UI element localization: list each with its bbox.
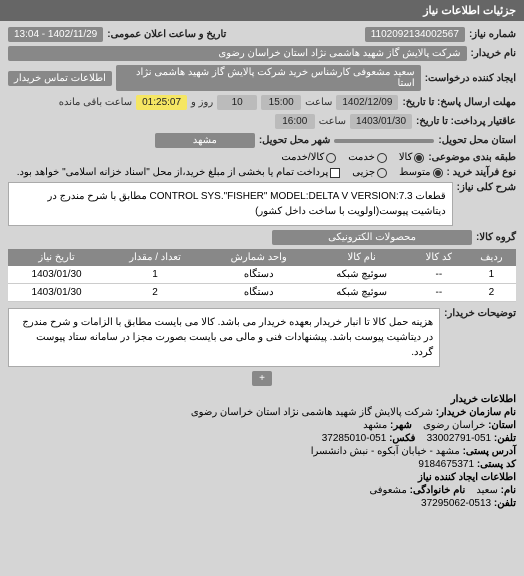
remaining-days: 10 — [217, 95, 257, 110]
valid-hour-label: ساعت — [319, 116, 346, 127]
packing-label: طبقه بندی موضوعی: — [428, 152, 516, 163]
org-value: شرکت پالایش گاز شهید هاشمی نژاد استان خر… — [191, 407, 433, 418]
announce-value: 1402/11/29 - 13:04 — [8, 27, 103, 42]
buy-type-label: نوع فرآیند خرید : — [447, 167, 516, 178]
remaining-days-label: روز و — [191, 97, 213, 108]
checkbox-icon — [330, 168, 340, 178]
radio-icon — [377, 168, 387, 178]
f-city-value: مشهد — [363, 420, 387, 431]
f-phone-value: 051-33002791 — [427, 433, 492, 444]
f-phone-label: تلفن: — [494, 433, 516, 444]
f-family-value: مشعوفی — [369, 485, 406, 496]
table-row[interactable]: 1 -- سوئیچ شبکه دستگاه 1 1403/01/30 — [8, 266, 516, 284]
footer-section-title: اطلاعات خریدار — [451, 394, 516, 405]
f-address-label: آدرس پستی: — [463, 446, 516, 457]
valid-date: 1403/01/30 — [350, 114, 412, 129]
org-label: نام سازمان خریدار: — [436, 407, 516, 418]
table-row[interactable]: 2 -- سوئیچ شبکه دستگاه 2 1403/01/30 — [8, 284, 516, 302]
contact-buyer-button[interactable]: اطلاعات تماس خریدار — [8, 71, 112, 86]
valid-label: عاقتیار پرداخت: تا تاریخ: — [416, 116, 516, 127]
opt-mixed[interactable]: کالا/خدمت — [281, 152, 336, 163]
general-value: قطعات CONTROL SYS."FISHER" MODEL:DELTA V… — [8, 182, 453, 226]
th-code: کد کالا — [411, 249, 467, 266]
radio-icon — [326, 153, 336, 163]
f-postcode-value: 9184675371 — [418, 459, 474, 470]
items-table: ردیف کد کالا نام کالا واحد شمارش تعداد /… — [8, 249, 516, 302]
radio-icon — [433, 168, 443, 178]
deadline-hour: 15:00 — [261, 95, 301, 110]
deadline-label: مهلت ارسال پاسخ: تا تاریخ: — [402, 97, 516, 108]
radio-icon — [377, 153, 387, 163]
th-unit: واحد شمارش — [205, 249, 312, 266]
panel-title: جزئیات اطلاعات نیاز — [0, 0, 524, 21]
f-province-value: خراسان رضوی — [423, 420, 485, 431]
f-name-value: سعید — [476, 485, 497, 496]
f-postcode-label: کد پستی: — [477, 459, 516, 470]
buyer-name-label: نام خریدار: — [471, 48, 516, 59]
expand-button[interactable]: + — [252, 371, 272, 386]
province-deliver-label: استان محل تحویل: — [438, 135, 516, 146]
announce-label: تاریخ و ساعت اعلان عمومی: — [107, 29, 226, 40]
desc-value: هزینه حمل کالا تا انبار خریدار بعهده خری… — [8, 308, 440, 367]
group-value: محصولات الکترونیکی — [272, 230, 472, 245]
f-tel-label: تلفن: — [494, 498, 516, 509]
deadline-hour-label: ساعت — [305, 97, 332, 108]
th-row: ردیف — [467, 249, 516, 266]
th-date: تاریخ نیاز — [8, 249, 105, 266]
f-family-label: نام خانوادگی: — [410, 485, 466, 496]
f-city-label: شهر: — [390, 420, 412, 431]
f-tel-value: 0513-37295062 — [421, 498, 491, 509]
group-label: گروه کالا: — [476, 232, 516, 243]
th-name: نام کالا — [312, 249, 410, 266]
city-deliver-value: مشهد — [155, 133, 255, 148]
f-fax-label: فکس: — [389, 433, 415, 444]
buyer-name: شرکت پالایش گاز شهید هاشمی نژاد استان خر… — [8, 46, 467, 61]
f-province-label: استان: — [488, 420, 516, 431]
opt-minor[interactable]: جزیی — [352, 167, 387, 178]
f-address-value: مشهد - خیابان آبکوه - نبش دانشسرا — [311, 446, 460, 457]
opt-goods[interactable]: کالا — [399, 152, 425, 163]
city-deliver-label: شهر محل تحویل: — [259, 135, 331, 146]
creator-section-title: اطلاعات ایجاد کننده نیاز — [418, 472, 516, 483]
general-label: شرح کلی نیاز: — [457, 182, 516, 193]
remaining-left-label: ساعت باقی مانده — [59, 97, 132, 108]
request-no-label: شماره نیاز: — [469, 29, 516, 40]
valid-hour: 16:00 — [275, 114, 315, 129]
creator-label: ایجاد کننده درخواست: — [425, 73, 516, 84]
th-qty: تعداد / مقدار — [105, 249, 205, 266]
radio-icon — [414, 153, 424, 163]
deadline-date: 1402/12/09 — [336, 95, 398, 110]
f-name-label: نام: — [501, 485, 516, 496]
pay-note-check[interactable]: پرداخت تمام یا بخشی از مبلغ خرید،از محل … — [17, 167, 341, 178]
province-deliver-value — [334, 139, 434, 143]
creator-value: سعید مشعوفی کارشناس خرید شرکت پالایش گاز… — [116, 65, 421, 91]
request-no: 1102092134002567 — [365, 27, 465, 42]
desc-label: توضیحات خریدار: — [444, 308, 516, 319]
opt-medium[interactable]: متوسط — [399, 167, 442, 178]
f-fax-value: 051-37285010 — [322, 433, 387, 444]
opt-service[interactable]: خدمت — [348, 152, 387, 163]
remaining-time: 01:25:07 — [136, 95, 187, 110]
